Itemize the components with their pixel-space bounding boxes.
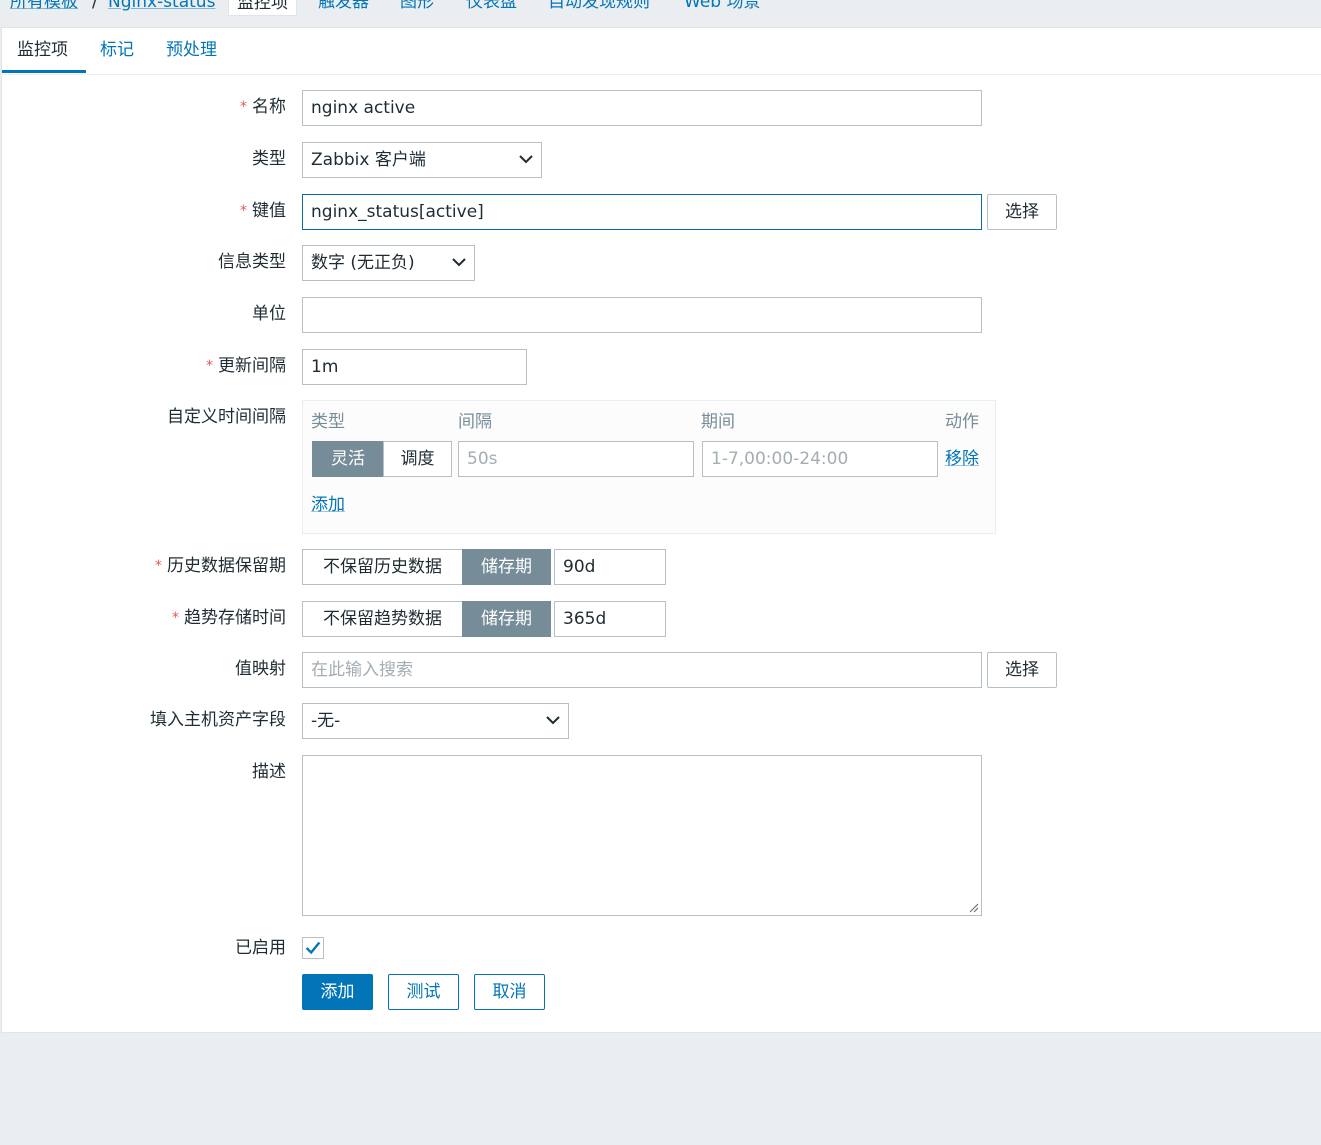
resize-grip-icon[interactable] [969,903,979,913]
info-type-label: 信息类型 [218,252,286,272]
add-interval-link[interactable]: 添加 [311,494,345,516]
active-tab-indicator [2,70,86,73]
subtab-tags[interactable]: 标记 [100,39,134,61]
chevron-down-icon [452,258,466,267]
checkmark-icon [305,941,321,955]
tab-dashboards[interactable]: 仪表盘 [466,0,517,12]
breadcrumb-all-templates[interactable]: 所有模板 [10,0,78,12]
interval-input[interactable]: 50s [458,441,694,477]
type-label: 类型 [252,149,286,169]
inventory-label: 填入主机资产字段 [150,710,286,730]
info-type-select[interactable]: 数字 (无正负) [302,245,475,281]
custom-intervals-label: 自定义时间间隔 [167,407,286,427]
chevron-down-icon [519,155,533,164]
subtab-item[interactable]: 监控项 [17,39,68,61]
history-storage-period-toggle[interactable]: 储存期 [462,549,551,585]
tab-graphs[interactable]: 图形 [400,0,434,12]
history-period-input[interactable]: 90d [554,549,666,585]
key-label: * 键值 [240,201,286,221]
units-label: 单位 [252,304,286,324]
key-select-button[interactable]: 选择 [987,194,1057,230]
mode-scheduling-toggle[interactable]: 调度 [383,441,452,477]
trends-period-input[interactable]: 365d [554,601,666,637]
description-textarea[interactable] [302,755,982,916]
trends-storage-period-toggle[interactable]: 储存期 [462,601,551,637]
chevron-down-icon [546,716,560,725]
period-input[interactable]: 1-7,00:00-24:00 [702,441,938,477]
name-input[interactable]: nginx active [302,90,982,126]
required-asterisk: * [206,358,213,374]
add-button[interactable]: 添加 [302,974,373,1010]
value-map-label: 值映射 [235,659,286,679]
description-label: 描述 [252,762,286,782]
tab-web-scenarios[interactable]: Web 场景 [684,0,760,12]
column-header-interval: 间隔 [458,412,492,432]
column-header-period: 期间 [701,412,735,432]
cancel-button[interactable]: 取消 [474,974,545,1010]
required-asterisk: * [172,610,179,626]
item-form-panel: 监控项 标记 预处理 * 名称 nginx active 类型 Zabbix 客户… [1,27,1321,1033]
history-label: * 历史数据保留期 [155,556,286,576]
value-map-select-button[interactable]: 选择 [987,652,1057,688]
inventory-select[interactable]: -无- [302,703,569,739]
breadcrumb-separator: / [92,0,98,12]
trends-label: * 趋势存储时间 [172,608,286,628]
update-interval-input[interactable]: 1m [302,349,527,385]
name-label: * 名称 [240,97,286,117]
top-navigation: 所有模板 / Nginx-status 监控项 触发器 图形 仪表盘 自动发现规… [0,0,1321,27]
subtab-preprocessing[interactable]: 预处理 [166,39,217,61]
trends-do-not-keep-toggle[interactable]: 不保留趋势数据 [302,601,463,637]
mode-flexible-toggle[interactable]: 灵活 [312,441,384,477]
key-input[interactable]: nginx_status[active] [302,194,982,230]
remove-interval-link[interactable]: 移除 [945,448,979,470]
enabled-label: 已启用 [235,938,286,958]
tab-items[interactable]: 监控项 [228,0,297,16]
tab-discovery-rules[interactable]: 自动发现规则 [548,0,650,12]
units-input[interactable] [302,297,982,333]
test-button[interactable]: 测试 [388,974,459,1010]
column-header-type: 类型 [311,412,345,432]
required-asterisk: * [240,203,247,219]
required-asterisk: * [155,558,162,574]
enabled-checkbox[interactable] [302,937,324,959]
custom-intervals-table: 类型 间隔 期间 动作 灵活 调度 50s 1-7,00:00-24:00 移除… [302,400,996,534]
column-header-action: 动作 [945,412,979,432]
value-map-search-input[interactable]: 在此输入搜索 [302,652,982,688]
sub-tabs: 监控项 标记 预处理 [2,28,1321,75]
history-do-not-keep-toggle[interactable]: 不保留历史数据 [302,549,463,585]
update-interval-label: * 更新间隔 [206,356,286,376]
breadcrumb-template-name[interactable]: Nginx-status [108,0,215,12]
required-asterisk: * [240,99,247,115]
type-select[interactable]: Zabbix 客户端 [302,142,542,178]
tab-triggers[interactable]: 触发器 [318,0,369,12]
